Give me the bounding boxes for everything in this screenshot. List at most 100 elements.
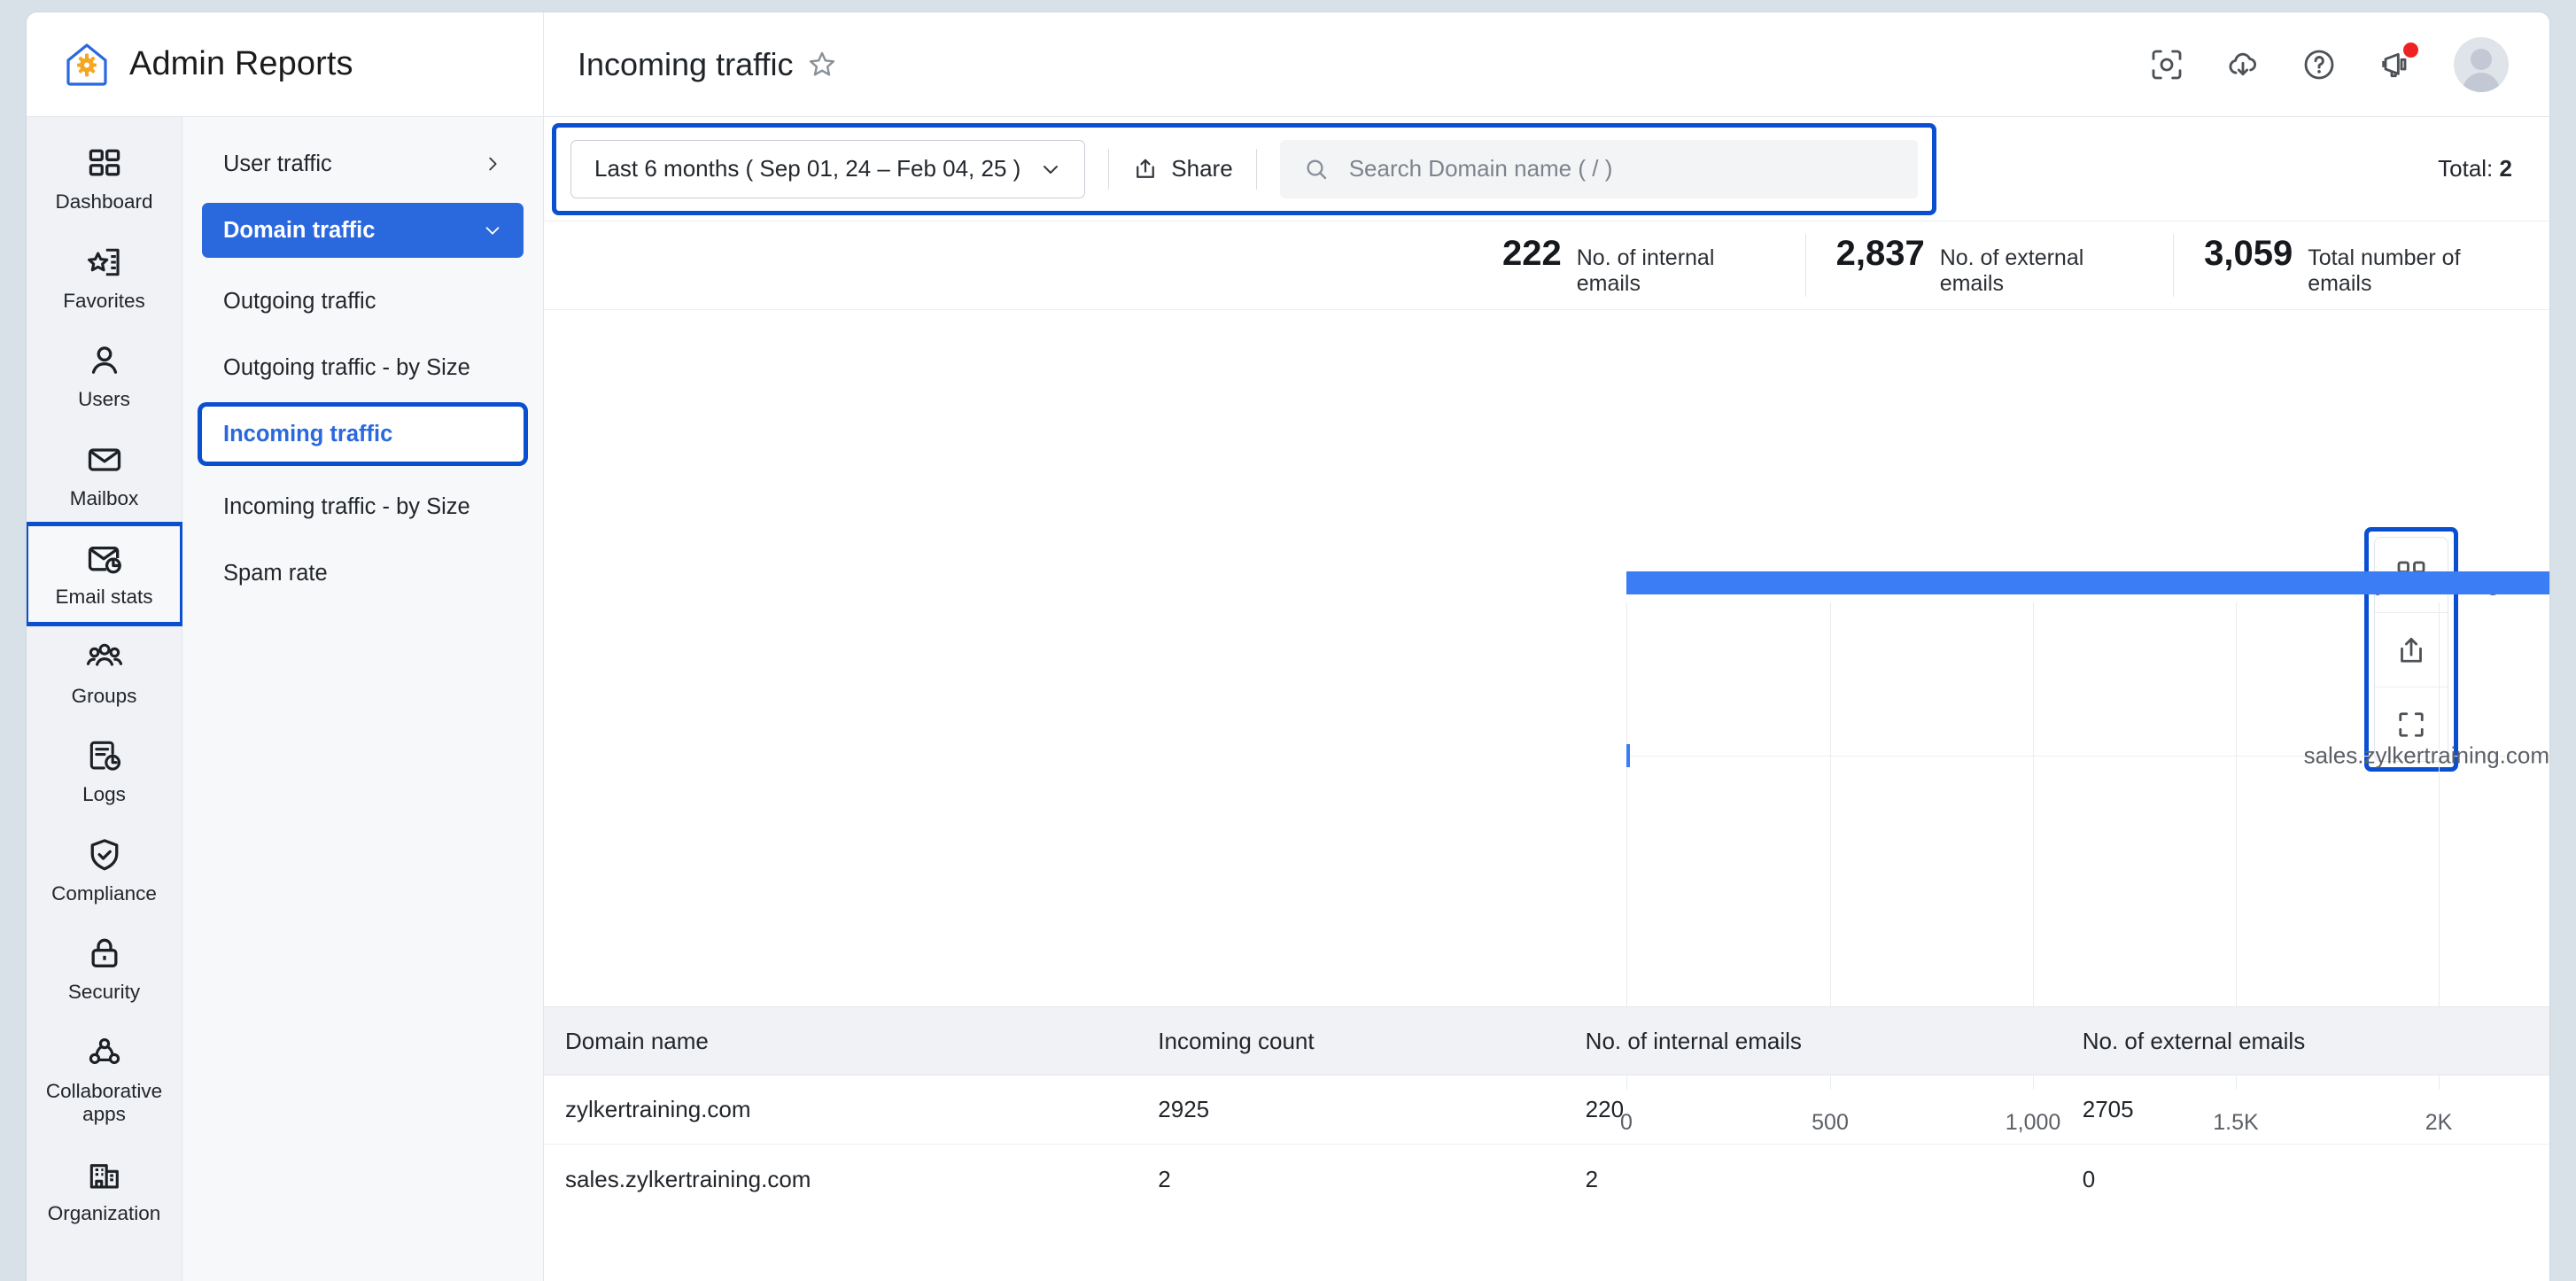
stat-value: 3,059	[2204, 234, 2293, 274]
table-row[interactable]: sales.zylkertraining.com 2 2 0	[544, 1145, 2549, 1214]
sidebar-item-mailbox[interactable]: Mailbox	[27, 426, 182, 525]
subnav-child-outgoing-traffic-by-size[interactable]: Outgoing traffic - by Size	[202, 340, 524, 395]
subnav-label: User traffic	[223, 151, 332, 177]
notification-badge	[2403, 43, 2418, 58]
cell-external-emails: 2705	[2061, 1096, 2549, 1123]
total-value: 2	[2500, 155, 2512, 182]
subnav-child-incoming-traffic-by-size[interactable]: Incoming traffic - by Size	[202, 479, 524, 534]
log-clock-icon	[85, 736, 124, 775]
search-input[interactable]	[1349, 155, 1895, 182]
subnav-child-incoming-traffic[interactable]: Incoming traffic	[202, 407, 524, 462]
sidebar-label: Favorites	[63, 290, 145, 314]
stat-internal-emails: 222 No. of internal emails	[1472, 234, 1805, 297]
sidebar-item-dashboard[interactable]: Dashboard	[27, 129, 182, 229]
subnav-child-label: Incoming traffic	[223, 422, 392, 447]
divider	[1108, 149, 1109, 190]
cell-internal-emails: 220	[1564, 1096, 2061, 1123]
category-label: sales.zylkertraining.com	[1495, 742, 2549, 770]
page-title: Incoming traffic	[578, 46, 793, 83]
brand[interactable]: Admin Reports	[27, 12, 544, 116]
app-window: Admin Reports Incoming traffic	[27, 12, 2549, 1281]
bar-zylkertraining[interactable]	[1626, 571, 2549, 594]
subnav-label: Domain traffic	[223, 218, 375, 244]
search-box[interactable]	[1280, 140, 1918, 198]
sidebar-label: Security	[68, 981, 140, 1005]
sidebar-item-users[interactable]: Users	[27, 327, 182, 426]
main-content: Last 6 months ( Sep 01, 24 – Feb 04, 25 …	[544, 117, 2549, 1281]
chevron-right-icon	[483, 154, 502, 174]
search-icon	[1303, 156, 1330, 182]
subnav-item-user-traffic[interactable]: User traffic	[202, 136, 524, 191]
cloud-download-icon[interactable]	[2225, 47, 2261, 82]
top-bar: Admin Reports Incoming traffic	[27, 12, 2549, 117]
sidebar-item-logs[interactable]: Logs	[27, 722, 182, 821]
subnav-child-label: Spam rate	[223, 561, 328, 586]
brand-title: Admin Reports	[129, 45, 353, 83]
sidebar-label: Mailbox	[70, 487, 139, 511]
sidebar-label: Dashboard	[55, 190, 152, 214]
cell-external-emails: 0	[2061, 1166, 2549, 1193]
network-icon	[85, 1033, 124, 1072]
envelope-icon	[85, 440, 124, 479]
sidebar-label: Organization	[48, 1202, 161, 1226]
stat-value: 2,837	[1836, 234, 1925, 274]
cell-domain-name: sales.zylkertraining.com	[544, 1166, 1137, 1193]
stat-total-emails: 3,059 Total number of emails	[2173, 234, 2549, 297]
share-label: Share	[1171, 155, 1232, 182]
subnav-child-label: Outgoing traffic - by Size	[223, 355, 470, 381]
sidebar-item-email-stats[interactable]: Email stats	[27, 524, 182, 624]
sidebar-label: Users	[78, 388, 130, 412]
date-range-selector[interactable]: Last 6 months ( Sep 01, 24 – Feb 04, 25 …	[570, 140, 1085, 198]
subnav-child-outgoing-traffic[interactable]: Outgoing traffic	[202, 274, 524, 329]
envelope-chart-icon	[85, 539, 124, 578]
house-gear-icon	[64, 42, 110, 88]
cell-incoming-count: 2	[1137, 1166, 1563, 1193]
column-header-incoming-count[interactable]: Incoming count	[1137, 1028, 1563, 1055]
column-header-external-emails[interactable]: No. of external emails	[2061, 1028, 2549, 1055]
sidebar-item-groups[interactable]: Groups	[27, 624, 182, 723]
table-header-row: Domain name Incoming count No. of intern…	[544, 1006, 2549, 1075]
column-header-internal-emails[interactable]: No. of internal emails	[1564, 1028, 2061, 1055]
date-range-label: Last 6 months ( Sep 01, 24 – Feb 04, 25 …	[594, 155, 1020, 182]
share-button[interactable]: Share	[1132, 155, 1232, 182]
column-header-domain-name[interactable]: Domain name	[544, 1028, 1137, 1055]
subnav-child-spam-rate[interactable]: Spam rate	[202, 546, 524, 601]
sidebar-item-compliance[interactable]: Compliance	[27, 821, 182, 920]
stat-value: 222	[1502, 234, 1562, 274]
lock-icon	[85, 934, 124, 973]
toolbar-highlight-group: Last 6 months ( Sep 01, 24 – Feb 04, 25 …	[556, 128, 1932, 211]
stat-label: Total number of emails	[2308, 245, 2519, 297]
avatar[interactable]	[2454, 37, 2509, 92]
table-row[interactable]: zylkertraining.com 2925 220 2705	[544, 1075, 2549, 1145]
grid-icon	[85, 144, 124, 182]
sidebar-label: Compliance	[51, 882, 157, 906]
bar-sales-zylkertraining[interactable]	[1626, 744, 1630, 767]
stat-external-emails: 2,837 No. of external emails	[1805, 234, 2174, 297]
subnav-item-domain-traffic[interactable]: Domain traffic	[202, 203, 524, 258]
sidebar-item-organization[interactable]: Organization	[27, 1141, 182, 1240]
screenshot-icon[interactable]	[2149, 47, 2184, 82]
chevron-down-icon	[483, 221, 502, 240]
cell-incoming-count: 2925	[1137, 1096, 1563, 1123]
total-count: Total: 2	[2438, 155, 2512, 182]
page-title-area: Incoming traffic	[544, 46, 2149, 83]
sidebar-item-favorites[interactable]: Favorites	[27, 229, 182, 328]
sidebar-item-collaborative-apps[interactable]: Collaborative apps	[27, 1019, 182, 1141]
building-icon	[85, 1155, 124, 1194]
sidebar-label: Collaborative apps	[32, 1080, 176, 1127]
chevron-down-icon	[1040, 159, 1061, 180]
chart-area: zylkertraining.com 2.9K sales.zylkertrai…	[544, 310, 2549, 1194]
sidebar-label: Logs	[82, 783, 126, 807]
stat-label: No. of external emails	[1940, 245, 2143, 297]
sidebar-item-security[interactable]: Security	[27, 920, 182, 1019]
stats-summary: 222 No. of internal emails 2,837 No. of …	[544, 221, 2549, 310]
secondary-nav: User traffic Domain traffic Outgoing tra…	[182, 117, 544, 1281]
announcement-icon[interactable]	[2378, 47, 2413, 82]
star-outline-icon[interactable]	[807, 50, 837, 80]
stat-label: No. of internal emails	[1577, 245, 1775, 297]
shield-check-icon	[85, 835, 124, 874]
data-table: Domain name Incoming count No. of intern…	[544, 1006, 2549, 1194]
subnav-child-label: Incoming traffic - by Size	[223, 494, 470, 520]
groups-icon	[85, 638, 124, 677]
help-icon[interactable]	[2301, 47, 2337, 82]
